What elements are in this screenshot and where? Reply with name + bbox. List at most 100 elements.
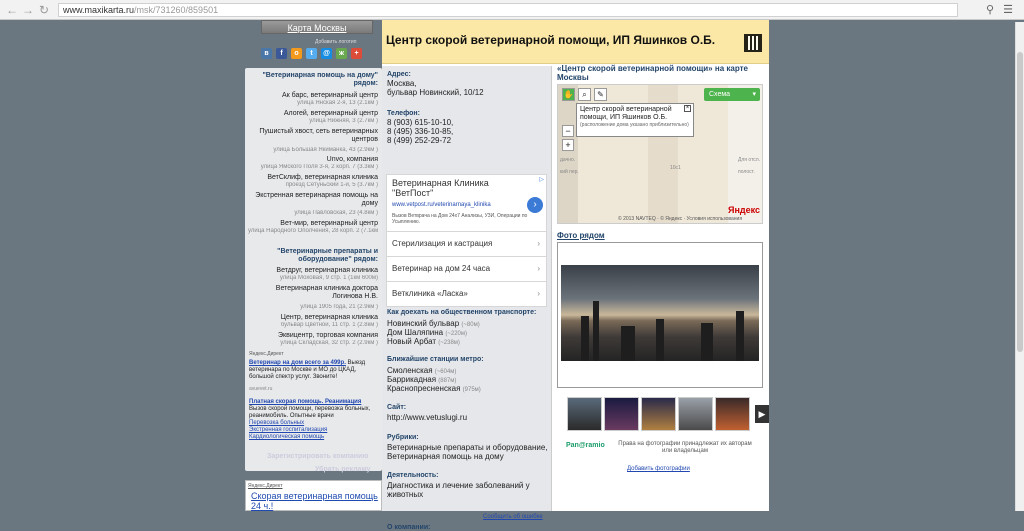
nearby-item[interactable]: Пушистый хвост, сеть ветеринарных центро… xyxy=(250,128,378,144)
photo-thumbnail[interactable] xyxy=(678,397,713,431)
map-title[interactable]: «Центр скорой ветеринарной помощи» на ка… xyxy=(557,64,764,82)
googleplus-icon[interactable]: + xyxy=(351,48,362,59)
nearby-address: улица Большая Якиманка, 43 (2.9км ) xyxy=(273,147,378,153)
google-ad[interactable]: ▷ Ветеринарная Клиника "ВетПост" www.vet… xyxy=(386,174,547,232)
supply-header: "Ветеринарные препараты и оборудование" … xyxy=(277,248,378,263)
site-link[interactable]: http://www.vetuslugi.ru xyxy=(387,413,549,422)
add-logo-link[interactable]: Добавить логотип xyxy=(315,39,356,45)
map-road xyxy=(728,85,762,223)
ad-link[interactable]: Кардиологическая помощь xyxy=(249,434,377,441)
building xyxy=(736,311,744,361)
ad-title[interactable]: Платная скорая помощь. Реанимация xyxy=(249,399,361,405)
map-popup: Центр скорой ветеринарной помощи, ИП Яши… xyxy=(576,103,694,137)
qr-code-icon xyxy=(744,34,762,52)
schema-dropdown[interactable]: Схема ▾ xyxy=(704,88,760,101)
odnoklassniki-icon[interactable]: o xyxy=(291,48,302,59)
main-content: Центр скорой ветеринарной помощи, ИП Яши… xyxy=(382,20,769,531)
map-label: полост. xyxy=(738,169,755,175)
google-ad-link[interactable]: Стерилизация и кастрация › xyxy=(386,232,547,257)
photo-thumbnail[interactable] xyxy=(715,397,750,431)
photos-title[interactable]: Фото рядом xyxy=(557,231,605,240)
register-link[interactable]: Зарегистрировать компанию xyxy=(267,453,368,460)
map[interactable]: ✋ ⌕ ✎ Схема ▾ − + Центр скорой ветеринар… xyxy=(557,84,763,224)
mailru-icon[interactable]: @ xyxy=(321,48,332,59)
info-box: Адрес: Москва, бульвар Новинский, 10/12 … xyxy=(382,66,552,531)
vk-icon[interactable]: в xyxy=(261,48,272,59)
close-icon[interactable]: × xyxy=(684,105,691,112)
city-photo[interactable] xyxy=(561,265,759,361)
zoom-in-icon[interactable]: + xyxy=(562,139,574,151)
ad-link[interactable]: Перевозка больных xyxy=(249,420,377,427)
stop-distance: (~238м) xyxy=(438,340,460,346)
nearby-item[interactable]: Алогей, ветеринарный центр xyxy=(250,110,378,118)
add-photos-link[interactable]: Добавить фотографии xyxy=(627,466,690,472)
supply-item[interactable]: Ветеринарная клиника доктора Логинова Н.… xyxy=(250,285,378,301)
remove-ads-link[interactable]: Убрать рекламу xyxy=(315,466,370,473)
supply-item[interactable]: Центр, ветеринарная клиника xyxy=(250,314,378,322)
phone: 8 (495) 336-10-85, xyxy=(387,127,454,136)
twitter-icon[interactable]: t xyxy=(306,48,317,59)
supply-address: улица Складская, 32 стр. 2 (2.9км ) xyxy=(280,340,378,346)
scrollbar-thumb[interactable] xyxy=(1017,52,1023,352)
station-name: Баррикадная xyxy=(387,375,437,384)
reload-icon[interactable]: ↻ xyxy=(36,2,52,18)
facebook-icon[interactable]: f xyxy=(276,48,287,59)
chevron-right-icon[interactable]: › xyxy=(527,197,543,213)
nearby-item[interactable]: Ак барс, ветеринарный центр xyxy=(250,92,378,100)
url-path: /msk/731260/859501 xyxy=(134,5,219,15)
ad-block-1: Ветеринар на дом всего за 499р. Выезд ве… xyxy=(249,360,377,381)
nearby-header: "Ветеринарная помощь на дому" рядом: xyxy=(262,72,378,87)
forward-icon[interactable]: → xyxy=(20,2,36,18)
photo-thumbnail[interactable] xyxy=(567,397,602,431)
schema-label: Схема xyxy=(709,91,731,98)
photo-thumbnails: ▶ xyxy=(567,397,769,431)
page-title: Центр скорой ветеринарной помощи, ИП Яши… xyxy=(386,33,716,47)
nearby-item[interactable]: Unvo, компания xyxy=(250,156,378,164)
google-ad-link[interactable]: Ветклиника «Ласка» › xyxy=(386,282,547,307)
ad-title[interactable]: Ветеринар на дом всего за 499р. xyxy=(249,360,346,366)
address-label: Адрес: xyxy=(387,71,411,78)
map-label: дачно. xyxy=(560,157,576,163)
supply-address: бульвар Цветной, 11 стр. 1 (2.8км ) xyxy=(280,322,378,328)
menu-icon[interactable]: ☰ xyxy=(1000,2,1016,18)
supply-item[interactable]: Эквицентр, торговая компания xyxy=(250,332,378,340)
ad-link[interactable]: Экстренная госпитализация xyxy=(249,427,377,434)
address-bar[interactable]: www.maxikarta.ru/msk/731260/859501 xyxy=(58,3,958,17)
google-ad-title[interactable]: Ветеринарная Клиника "ВетПост" xyxy=(392,178,512,198)
scrollbar[interactable] xyxy=(1015,22,1024,511)
nearby-address: проезд Сетуньский 1-й, 5 (3.7км ) xyxy=(285,182,378,188)
supply-item[interactable]: Ветдруг, ветеринарная клиника xyxy=(250,267,378,275)
url-host: www.maxikarta.ru xyxy=(63,5,135,15)
ruler-icon[interactable]: ✎ xyxy=(594,88,607,101)
nearby-item[interactable]: Вет-мир, ветеринарный центр xyxy=(250,220,378,228)
photo-frame[interactable] xyxy=(557,242,763,388)
ad-info-icon[interactable]: ▷ xyxy=(539,176,544,183)
google-ad-link-label: Стерилизация и кастрация xyxy=(392,239,493,248)
hand-tool-icon[interactable]: ✋ xyxy=(562,88,575,101)
bottom-ad-title[interactable]: Скорая ветеринарная помощь 24 ч.! xyxy=(251,491,379,511)
nearby-item[interactable]: ВетСклиф, ветеринарная клиника xyxy=(250,174,378,182)
panoramio-logo[interactable]: Pan@ramio xyxy=(566,442,605,449)
photo-thumbnail[interactable] xyxy=(604,397,639,431)
nearby-item[interactable]: Экстренная ветеринарная помощь на дому xyxy=(250,192,378,208)
chevron-right-icon[interactable]: ▶ xyxy=(755,405,769,423)
report-error-link[interactable]: Сообщить об ошибке xyxy=(483,514,543,520)
photo-thumbnail[interactable] xyxy=(641,397,676,431)
chevron-right-icon: › xyxy=(537,239,540,248)
left-column: Карта Москвы Добавить логотип в f o t @ … xyxy=(245,20,382,511)
back-icon[interactable]: ← xyxy=(4,2,20,18)
livejournal-icon[interactable]: ж xyxy=(336,48,347,59)
zoom-tool-icon[interactable]: ⌕ xyxy=(578,88,591,101)
map-copyright[interactable]: © 2013 NAVTEQ · © Яндекс · Условия испол… xyxy=(618,216,742,222)
building xyxy=(581,316,589,361)
map-button[interactable]: Карта Москвы xyxy=(261,20,373,34)
direct-label[interactable]: Яндекс.Директ xyxy=(248,483,282,489)
zoom-out-icon[interactable]: − xyxy=(562,125,574,137)
address-line: Москва, xyxy=(387,79,417,88)
station-distance: (975м) xyxy=(462,387,481,393)
search-icon[interactable]: ⚲ xyxy=(982,2,998,18)
yandex-logo: Яндекс xyxy=(728,205,761,215)
photo-rights: Права на фотографии принадлежат их автор… xyxy=(618,441,752,454)
google-ad-link[interactable]: Ветеринар на дом 24 часа › xyxy=(386,257,547,282)
google-ad-url[interactable]: www.vetpost.ru/veterinarnaya_klinika xyxy=(392,202,491,208)
